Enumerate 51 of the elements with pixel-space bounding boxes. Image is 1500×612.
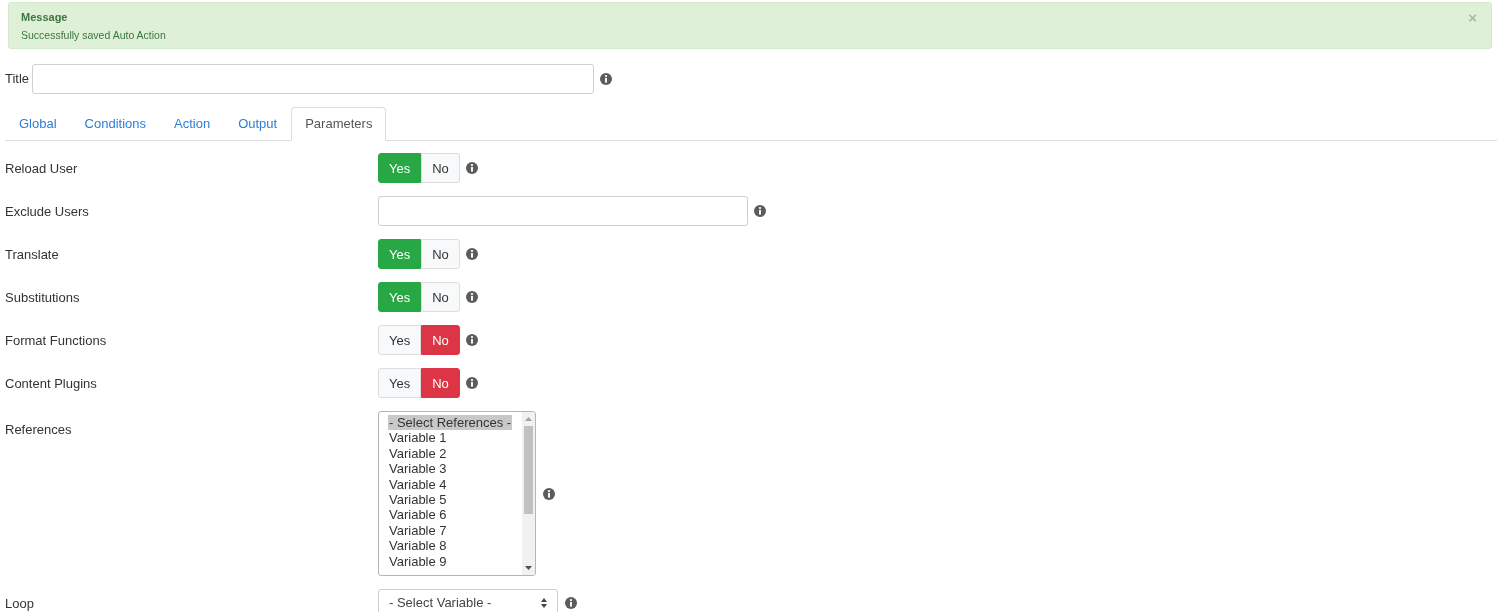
field-label: Title [5,70,30,89]
info-icon [600,73,613,85]
info-icon [565,596,577,609]
info-icon [465,377,478,389]
scrollbar[interactable] [522,412,535,575]
listbox[interactable]: - Select References - Variable 1 Variable 2 Variable 3 Variable 4 Variable 5 Variable 6 Variable 7 Variable 8 Variable 9 [378,411,536,576]
listbox-option[interactable]: Variable 1 [388,430,448,446]
tab[interactable]: Global [5,107,71,141]
listbox-option[interactable]: Variable 2 [388,445,448,462]
field-label: Reload User [5,161,78,176]
info-icon [754,205,766,217]
toggle-option[interactable]: No [421,325,460,355]
field-label: Loop [5,595,34,611]
listbox-option[interactable]: Variable 8 [388,538,448,554]
input-field[interactable] [378,196,748,226]
toggle-option[interactable]: Yes [378,368,422,398]
field-label: Format Functions [5,333,107,348]
tab[interactable]: Output [224,107,292,141]
info-icon [465,334,478,346]
tab[interactable]: Conditions [70,107,160,141]
toggle-option[interactable]: No [421,282,460,312]
listbox-option[interactable]: Variable 7 [388,522,448,539]
listbox-option[interactable]: Variable 3 [388,461,448,477]
scroll-down-icon[interactable] [525,566,532,570]
field-label: Translate [5,247,59,262]
field-label: Exclude Users [5,204,89,219]
listbox-option[interactable]: Variable 9 [388,553,448,570]
info-icon [465,291,478,303]
listbox-option[interactable]: Variable 4 [388,476,448,493]
listbox-option[interactable]: Variable 6 [388,507,448,523]
sort-caret-icon [541,597,547,608]
alert-message: Successfully saved Auto Action [21,28,166,42]
info-icon [465,162,478,174]
scroll-up-icon[interactable] [525,417,532,421]
field-label: Content Plugins [5,376,97,391]
listbox-option[interactable]: - Select References - [388,415,513,431]
toggle-option[interactable]: No [421,153,460,183]
field-label: Substitutions [5,290,80,305]
select-dropdown[interactable]: - Select Variable - [378,589,558,612]
toggle-option[interactable]: No [421,368,460,398]
info-icon [465,248,478,260]
field-label: References [5,422,72,437]
scrollbar-thumb[interactable] [524,426,533,514]
alert-title: Message [21,10,68,24]
listbox-option[interactable]: Variable 5 [388,492,448,508]
toggle-option[interactable]: No [421,239,460,269]
tab[interactable]: Action [160,107,225,141]
info-icon [543,487,555,500]
input-field[interactable] [32,64,595,94]
tab[interactable]: Parameters [291,107,387,141]
toggle-option[interactable]: Yes [378,325,422,355]
